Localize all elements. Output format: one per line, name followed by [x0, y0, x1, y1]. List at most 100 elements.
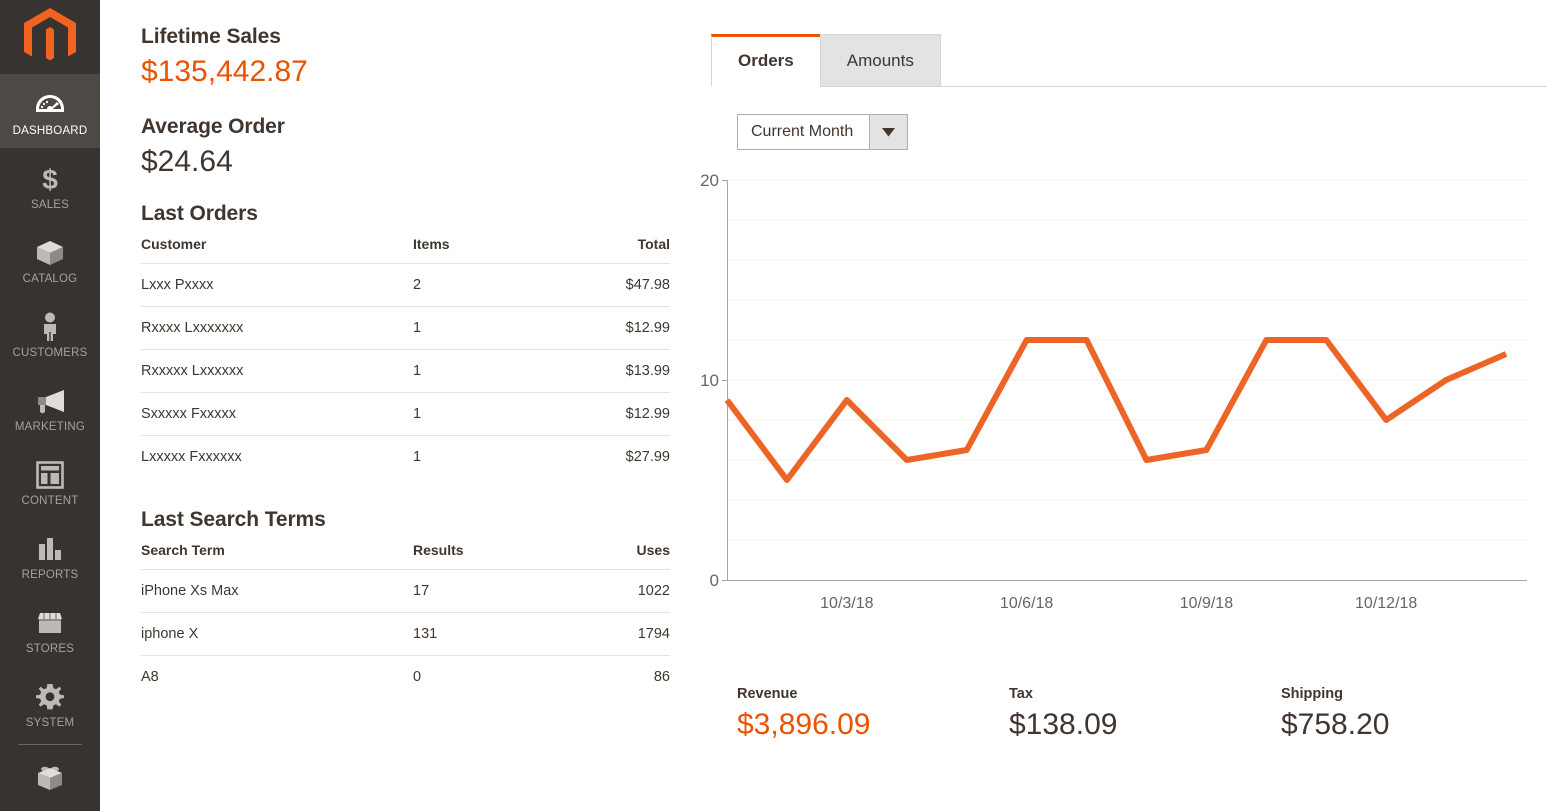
- table-row[interactable]: iphone X 131 1794: [141, 612, 670, 656]
- table-row[interactable]: Rxxxx Lxxxxxxx 1 $12.99: [141, 306, 670, 350]
- dollar-sign-icon: $: [2, 162, 98, 196]
- box-package-icon: [2, 236, 98, 270]
- tab-orders[interactable]: Orders: [711, 34, 821, 87]
- sidebar-item-stores[interactable]: STORES: [0, 592, 100, 666]
- layout-window-icon: [2, 458, 98, 492]
- chart-x-tick-labels: 10/3/18 10/6/18 10/9/18 10/12/18: [820, 595, 1417, 612]
- y-tick-label: 0: [710, 571, 719, 590]
- total-shipping-label: Shipping: [1281, 686, 1344, 702]
- table-row[interactable]: A8 0 86: [141, 655, 670, 698]
- sidebar-item-marketing[interactable]: MARKETING: [0, 370, 100, 444]
- average-order-value: $24.64: [141, 145, 233, 178]
- sidebar-item-customers[interactable]: CUSTOMERS: [0, 296, 100, 370]
- table-body: Lxxx Pxxxx 2 $47.98 Rxxxx Lxxxxxxx 1 $12…: [141, 263, 670, 478]
- column-header-uses: Uses: [636, 542, 670, 558]
- sidebar-item-label: MARKETING: [14, 421, 86, 433]
- dashboard-chart-panel: Orders Amounts Current Month 0 10 20 10/3/…: [700, 0, 1547, 811]
- last-search-terms-title: Last Search Terms: [141, 508, 326, 531]
- period-select-value: Current Month: [751, 123, 854, 140]
- table-row[interactable]: Lxxxxx Fxxxxxx 1 $27.99: [141, 435, 670, 478]
- megaphone-icon: [2, 384, 98, 418]
- x-tick-label: 10/6/18: [1000, 595, 1053, 612]
- chart-series-orders: [724, 337, 1508, 483]
- column-header-results: Results: [413, 542, 464, 558]
- sidebar-item-label: CATALOG: [22, 273, 78, 285]
- chart-gridlines: [727, 179, 1527, 541]
- cell-results: 17: [413, 569, 570, 613]
- cell-customer: Rxxxx Lxxxxxxx: [141, 306, 413, 350]
- table-head: Customer Items Total: [141, 236, 670, 264]
- cell-customer: Sxxxxx Fxxxxx: [141, 392, 413, 436]
- chart-canvas: 0 10 20 10/3/18 10/6/18 10/9/18 10/12/18: [700, 171, 1527, 612]
- sidebar-item-label: SYSTEM: [25, 717, 75, 729]
- dashboard-left-column: Lifetime Sales $135,442.87 Average Order…: [100, 0, 700, 811]
- cell-customer: Rxxxxx Lxxxxxx: [141, 349, 413, 393]
- table-head: Search Term Results Uses: [141, 542, 670, 570]
- table-body: iPhone Xs Max 17 1022 iphone X 131 1794 …: [141, 569, 670, 698]
- sidebar-item-content[interactable]: CONTENT: [0, 444, 100, 518]
- cell-uses: 1022: [570, 569, 670, 613]
- x-tick-label: 10/9/18: [1180, 595, 1233, 612]
- total-revenue-value: $3,896.09: [737, 708, 871, 741]
- sidebar-item-label: DASHBOARD: [12, 125, 88, 137]
- person-icon: [2, 310, 98, 344]
- sidebar-item-catalog[interactable]: CATALOG: [0, 222, 100, 296]
- sidebar-item-system[interactable]: SYSTEM: [0, 666, 100, 740]
- sidebar-item-label: CUSTOMERS: [12, 347, 88, 359]
- cell-total: $13.99: [570, 349, 670, 393]
- cell-items: 1: [413, 435, 570, 478]
- cell-results: 0: [413, 655, 570, 698]
- x-tick-label: 10/12/18: [1355, 595, 1417, 612]
- lifetime-sales-label: Lifetime Sales: [141, 25, 281, 48]
- total-revenue-label: Revenue: [737, 686, 798, 702]
- cell-items: 1: [413, 349, 570, 393]
- chart-filter-row: Current Month: [700, 87, 1547, 150]
- chart-tabs: Orders Amounts: [700, 24, 1547, 87]
- magento-logo[interactable]: [0, 0, 100, 74]
- lifetime-sales-block: Lifetime Sales $135,442.87: [141, 22, 700, 92]
- table-row[interactable]: iPhone Xs Max 17 1022: [141, 569, 670, 613]
- last-orders-title: Last Orders: [141, 202, 258, 225]
- total-shipping: Shipping $758.20: [1281, 684, 1547, 744]
- column-header-customer: Customer: [141, 236, 207, 252]
- last-orders-block: Last Orders Customer Items Total Lxxx Px…: [141, 202, 700, 478]
- sidebar-item-extensions[interactable]: [0, 747, 100, 811]
- cell-items: 1: [413, 306, 570, 350]
- cell-search-term: iPhone Xs Max: [141, 569, 413, 613]
- lego-brick-extensions-icon: [2, 761, 98, 795]
- table-row[interactable]: Rxxxxx Lxxxxxx 1 $13.99: [141, 349, 670, 393]
- cell-items: 1: [413, 392, 570, 436]
- total-shipping-value: $758.20: [1281, 708, 1390, 741]
- sidebar-item-label: SALES: [30, 199, 70, 211]
- table-row[interactable]: Lxxx Pxxxx 2 $47.98: [141, 263, 670, 307]
- gear-icon: [2, 680, 98, 714]
- dashboard-page: DASHBOARD $ SALES CATALOG CUSTOMERS MARK…: [0, 0, 1547, 811]
- cell-search-term: iphone X: [141, 612, 413, 656]
- tab-amounts[interactable]: Amounts: [819, 34, 941, 87]
- total-tax-label: Tax: [1009, 686, 1033, 702]
- sidebar-item-dashboard[interactable]: DASHBOARD: [0, 74, 100, 148]
- y-tick-label: 10: [700, 371, 719, 390]
- last-search-terms-block: Last Search Terms Search Term Results Us…: [141, 508, 700, 698]
- cell-uses: 1794: [570, 612, 670, 656]
- dashboard-gauge-icon: [2, 88, 98, 122]
- chevron-down-icon[interactable]: [869, 115, 908, 149]
- cell-customer: Lxxx Pxxxx: [141, 263, 413, 307]
- storefront-icon: [2, 606, 98, 640]
- svg-text:$: $: [42, 164, 58, 194]
- sidebar-item-label: STORES: [25, 643, 75, 655]
- average-order-label: Average Order: [141, 115, 285, 138]
- bar-chart-icon: [2, 532, 98, 566]
- series-line-orders: [724, 337, 1508, 483]
- sidebar-item-reports[interactable]: REPORTS: [0, 518, 100, 592]
- table-row[interactable]: Sxxxxx Fxxxxx 1 $12.99: [141, 392, 670, 436]
- last-search-terms-table: Search Term Results Uses iPhone Xs Max 1…: [141, 542, 670, 698]
- sidebar-item-sales[interactable]: $ SALES: [0, 148, 100, 222]
- table-header-row: Customer Items Total: [141, 236, 670, 264]
- cell-items: 2: [413, 263, 570, 307]
- lifetime-sales-value: $135,442.87: [141, 55, 308, 88]
- period-select[interactable]: Current Month: [737, 114, 909, 150]
- table-header-row: Search Term Results Uses: [141, 542, 670, 570]
